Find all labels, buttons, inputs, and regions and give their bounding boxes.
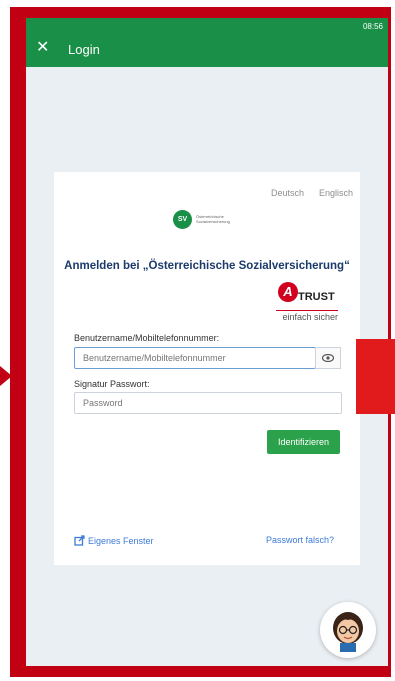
sv-logo-text: Österreichische Sozialversicherung xyxy=(196,214,242,224)
assistant-avatar-icon[interactable] xyxy=(320,602,376,658)
username-label: Benutzername/Mobiltelefonnummer: xyxy=(74,333,220,343)
forgot-password-link[interactable]: Passwort falsch? xyxy=(266,535,334,545)
a-trust-tagline: einfach sicher xyxy=(276,310,338,322)
avatar-illustration xyxy=(333,612,363,652)
a-trust-word: TRUST xyxy=(298,291,335,303)
a-trust-logo: A TRUST einfach sicher xyxy=(276,282,341,327)
sv-logo: SV Österreichische Sozialversicherung xyxy=(173,209,263,229)
page-title: Login xyxy=(68,42,100,57)
sv-logo-line2: Sozialversicherung xyxy=(196,219,230,224)
password-label: Signatur Passwort: xyxy=(74,379,150,389)
language-german-link[interactable]: Deutsch xyxy=(271,188,304,198)
external-window-icon xyxy=(74,535,85,546)
show-password-button[interactable] xyxy=(315,347,341,369)
login-card: Deutsch Englisch SV Österreichische Sozi… xyxy=(54,172,360,565)
sv-logo-mark: SV xyxy=(173,209,192,229)
close-icon[interactable]: ✕ xyxy=(36,40,49,56)
annotation-arrow xyxy=(0,366,12,386)
a-trust-letter: A xyxy=(278,282,298,302)
status-time: 08:56 xyxy=(362,22,383,31)
identify-button[interactable]: Identifizieren xyxy=(267,430,340,454)
eye-icon xyxy=(322,354,334,362)
username-input[interactable] xyxy=(74,347,316,369)
app-screen: 08:56 ✕ Login Deutsch Englisch SV Österr… xyxy=(26,18,388,666)
password-input[interactable] xyxy=(74,392,342,414)
language-english-link[interactable]: Englisch xyxy=(319,188,353,198)
login-heading: Anmelden bei „Österreichische Sozialvers… xyxy=(64,260,350,272)
own-window-label: Eigenes Fenster xyxy=(88,535,154,546)
app-bar: 08:56 ✕ Login xyxy=(26,18,388,67)
annotation-box xyxy=(356,339,395,414)
own-window-link[interactable]: Eigenes Fenster xyxy=(74,535,154,546)
